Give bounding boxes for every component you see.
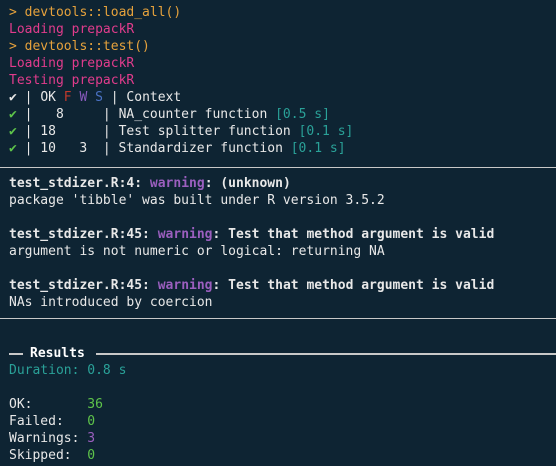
loading-message: Loading prepackR [9, 22, 135, 37]
header-skipped: S [95, 90, 103, 105]
results-rule-right [96, 353, 556, 355]
skipped-label: Skipped: [9, 448, 72, 463]
warning-heading: test_stdizer.R:45: warning: Test that me… [9, 278, 495, 293]
warning-title: Test that method argument is valid [228, 227, 495, 242]
warning-title: Test that method argument is valid [228, 278, 495, 293]
result-warnings: Warnings: 3 [9, 430, 126, 447]
warning-location: test_stdizer.R:4: [9, 176, 143, 191]
test-context: Test splitter function [118, 124, 291, 139]
test-row: ✔ | 8 | NA_counter function [0.5 s] [9, 106, 556, 123]
check-icon: ✔ [9, 141, 17, 156]
warning-title: (unknown) [220, 176, 291, 191]
header-warnings: W [79, 90, 88, 105]
warning-location: test_stdizer.R:45: [9, 278, 150, 293]
warning-location: test_stdizer.R:45: [9, 227, 150, 242]
duration-text: Duration: 0.8 s [9, 363, 127, 378]
test-context: NA_counter function [118, 107, 268, 122]
divider [0, 318, 556, 319]
console-line-test: > devtools::test() [9, 38, 556, 55]
column-separator: | [110, 90, 119, 105]
results-section: Duration: 0.8 s OK: 36 Failed: 0 Warnings:… [9, 362, 126, 464]
testing-message: Testing prepackR [9, 73, 135, 88]
header-context: Context [126, 90, 182, 105]
loading-message: Loading prepackR [9, 56, 135, 71]
command-test: devtools::test() [24, 39, 150, 54]
check-icon: ✔ [9, 124, 17, 139]
ok-value: 36 [87, 397, 103, 412]
column-separator: | [24, 124, 33, 139]
result-ok: OK: 36 [9, 396, 126, 413]
test-duration: [0.1 s] [290, 141, 346, 156]
warnings-label: Warnings: [9, 431, 80, 446]
check-icon: ✔ [9, 107, 17, 122]
failed-label: Failed: [9, 414, 64, 429]
warning-message: NAs introduced by coercion [9, 295, 213, 310]
skipped-value: 0 [87, 448, 96, 463]
ok-count: 10 [40, 141, 56, 156]
warning-count: 3 [79, 141, 88, 156]
warning-label: warning [149, 176, 205, 191]
prompt-symbol: > [9, 5, 17, 20]
divider [0, 167, 556, 168]
test-duration: [0.5 s] [275, 107, 330, 122]
warnings-section: test_stdizer.R:4: warning: (unknown) pac… [9, 175, 494, 311]
ok-count: 18 [40, 124, 56, 139]
column-separator: | [102, 141, 111, 156]
command-load-all: devtools::load_all() [24, 5, 182, 20]
warning-heading: test_stdizer.R:45: warning: Test that me… [9, 227, 495, 242]
ok-label: OK: [9, 397, 33, 412]
column-separator: | [102, 124, 111, 139]
warning-heading: test_stdizer.R:4: warning: (unknown) [9, 176, 291, 191]
console-line-load-all: > devtools::load_all() [9, 4, 556, 21]
results-title: Results [30, 346, 85, 361]
test-table-header: ✔ | OK F W S | Context [9, 89, 556, 106]
ok-count: 8 [55, 107, 64, 122]
header-failed: F [63, 90, 72, 105]
column-separator: | [24, 90, 33, 105]
check-icon: ✔ [9, 90, 17, 105]
warning-message: argument is not numeric or logical: retu… [9, 244, 385, 259]
header-ok: OK [40, 90, 56, 105]
failed-value: 0 [87, 414, 96, 429]
warning-message: package 'tibble' was built under R versi… [9, 193, 385, 208]
column-separator: | [24, 107, 33, 122]
test-context: Standardizer function [118, 141, 283, 156]
warning-label: warning [157, 278, 213, 293]
prompt-symbol: > [9, 39, 17, 54]
test-row: ✔ | 18 | Test splitter function [0.1 s] [9, 123, 556, 140]
warning-label: warning [157, 227, 213, 242]
column-separator: | [24, 141, 33, 156]
results-rule-left [9, 353, 23, 355]
result-skipped: Skipped: 0 [9, 447, 126, 464]
result-failed: Failed: 0 [9, 413, 126, 430]
warnings-value: 3 [87, 431, 96, 446]
terminal-window: > devtools::load_all() Loading prepackR … [0, 0, 556, 157]
column-separator: | [102, 107, 111, 122]
test-row: ✔ | 10 3 | Standardizer function [0.1 s] [9, 140, 556, 157]
test-duration: [0.1 s] [298, 124, 354, 139]
